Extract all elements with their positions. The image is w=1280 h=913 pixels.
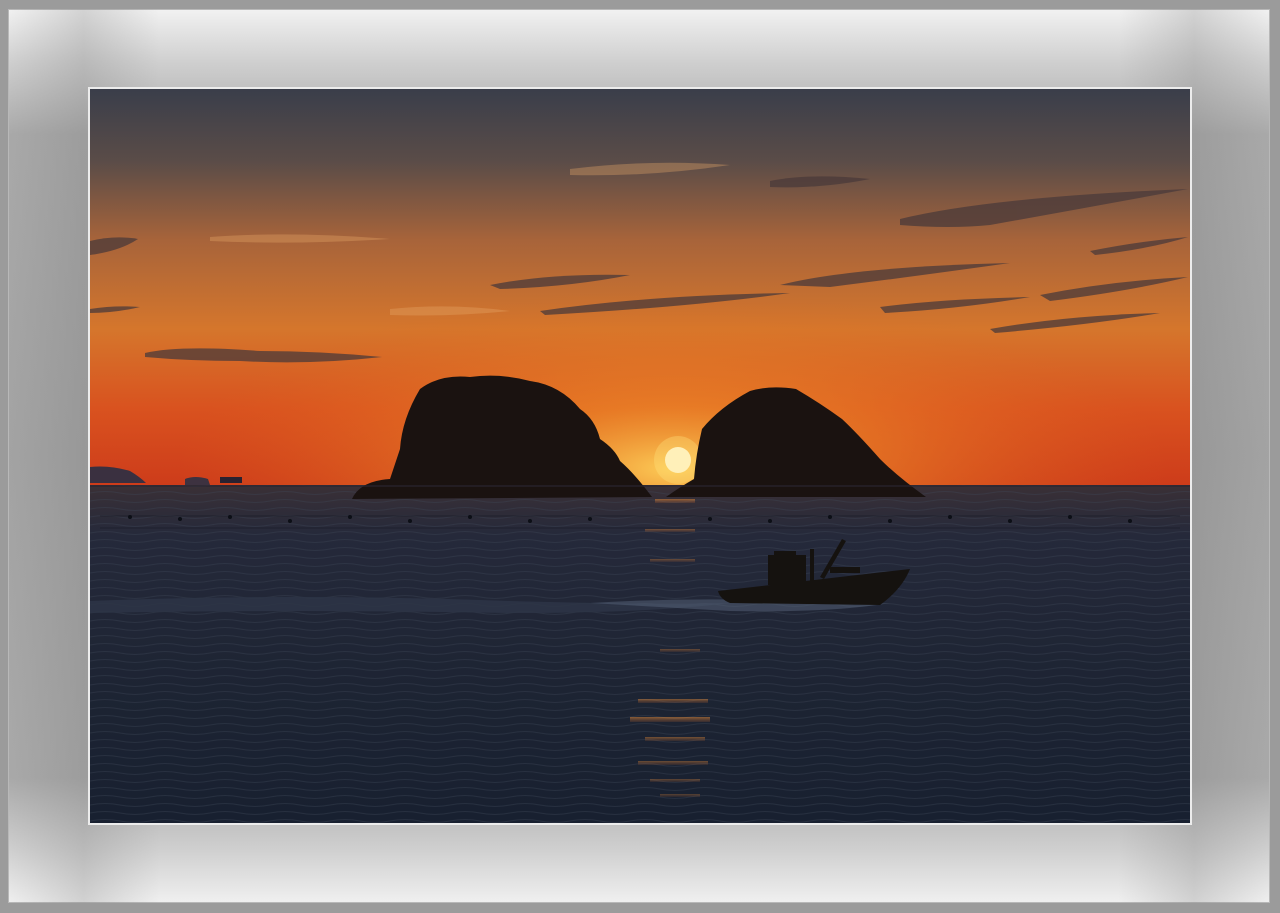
sunset-photo <box>90 89 1190 823</box>
outer-frame <box>0 0 1280 913</box>
photo-frame <box>88 87 1192 825</box>
